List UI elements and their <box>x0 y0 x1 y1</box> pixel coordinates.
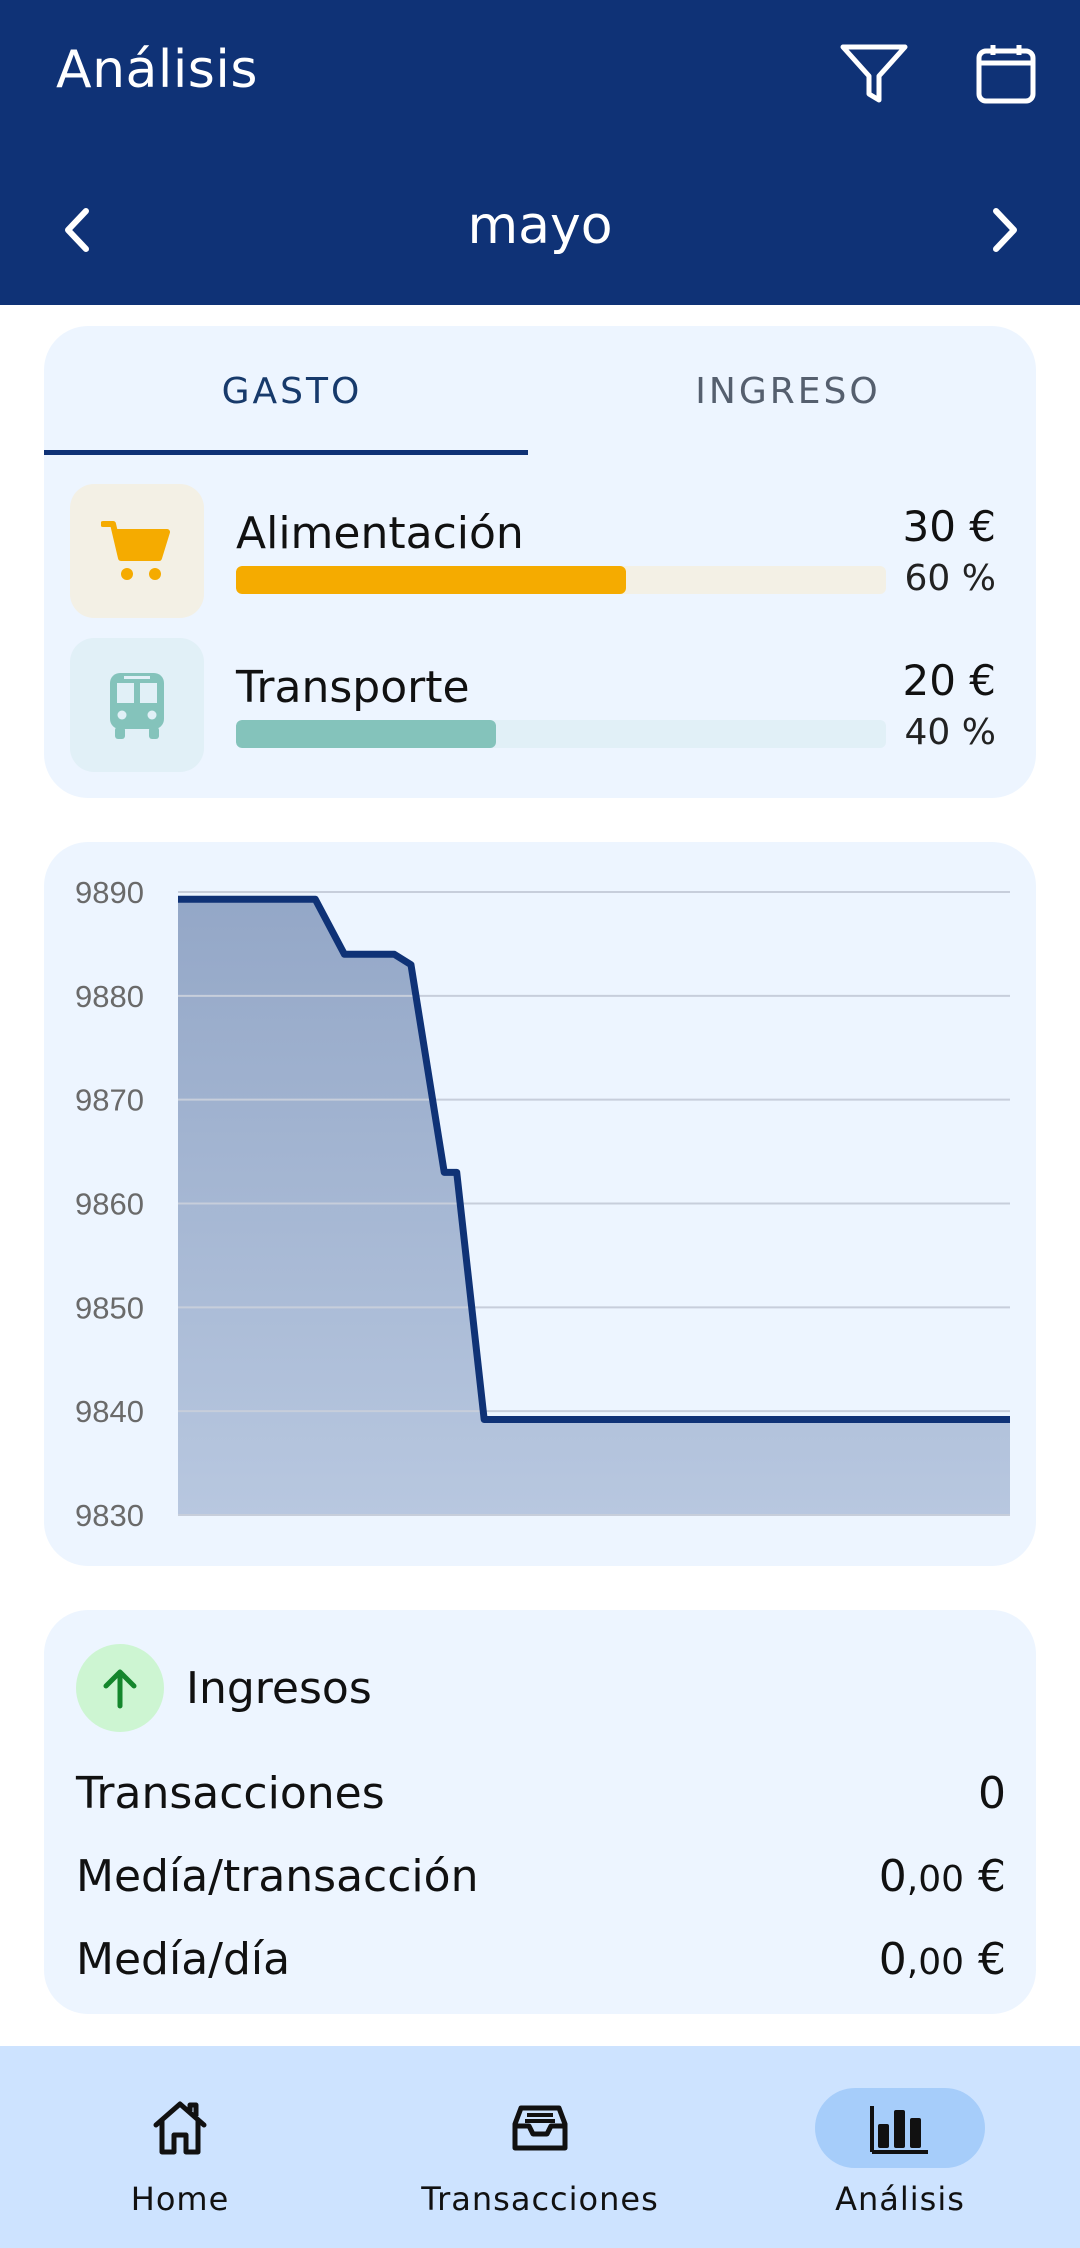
income-badge <box>76 1644 164 1732</box>
nav-icon-container <box>95 2088 265 2168</box>
type-tabs: GASTO INGRESO <box>44 326 1036 456</box>
stat-row-transactions: Transacciones 0 <box>76 1768 1006 1828</box>
nav-icon-container-active <box>815 2088 985 2168</box>
stat-row-avg-transaction: Medía/transacción 0,00 € <box>76 1851 1006 1911</box>
category-row-alimentacion[interactable]: Alimentación 30 € 60 % <box>70 484 1010 618</box>
chart-y-tick-label: 9890 <box>75 875 144 910</box>
category-name: Transporte <box>236 662 470 713</box>
balance-area-chart: 9890 9880 9870 9860 9850 9840 9830 <box>75 875 1010 1533</box>
filter-icon <box>840 44 908 103</box>
tab-ingreso[interactable]: INGRESO <box>540 326 1036 456</box>
category-progress-bar <box>236 720 886 748</box>
category-icon-box <box>70 484 204 618</box>
nav-label: Home <box>130 2180 230 2218</box>
chart-y-tick-label: 9860 <box>75 1187 144 1222</box>
stat-value: 0,00 € <box>879 1934 1006 1985</box>
month-label: mayo <box>467 196 613 256</box>
income-stats-title: Ingresos <box>186 1662 372 1714</box>
stat-row-avg-day: Medía/día 0,00 € <box>76 1934 1006 1994</box>
category-amount: 20 € <box>902 656 996 705</box>
stat-value-decimals: ,00 <box>906 1942 965 1983</box>
arrow-up-icon <box>103 1669 137 1709</box>
category-name: Alimentación <box>236 508 524 559</box>
income-stats-header: Ingresos <box>76 1642 372 1734</box>
nav-label: Transacciones <box>421 2180 659 2218</box>
calendar-button[interactable] <box>966 34 1046 114</box>
previous-month-button[interactable] <box>38 190 118 270</box>
active-tab-indicator <box>44 450 528 455</box>
chart-y-tick-label: 9850 <box>75 1290 144 1325</box>
stat-value-decimals: ,00 <box>906 1859 965 1900</box>
nav-item-transacciones[interactable]: Transacciones <box>360 2046 720 2248</box>
stat-value-main: 0 <box>978 1768 1006 1819</box>
tab-gasto[interactable]: GASTO <box>44 326 540 456</box>
nav-item-home[interactable]: Home <box>0 2046 360 2248</box>
category-icon-box <box>70 638 204 772</box>
category-amount: 30 € <box>902 502 996 551</box>
next-month-button[interactable] <box>964 190 1044 270</box>
cart-icon <box>101 521 170 580</box>
category-progress-bar <box>236 566 886 594</box>
page-title: Análisis <box>56 40 258 100</box>
category-progress-fill <box>236 720 496 748</box>
stat-label: Medía/día <box>76 1934 291 1985</box>
chart-y-tick-label: 9870 <box>75 1083 144 1118</box>
chevron-right-icon <box>993 208 1017 252</box>
nav-icon-container <box>455 2088 625 2168</box>
category-row-transporte[interactable]: Transporte 20 € 40 % <box>70 638 1010 772</box>
chevron-left-icon <box>65 208 89 252</box>
nav-label: Análisis <box>835 2180 965 2218</box>
balance-chart-card: 9890 9880 9870 9860 9850 9840 9830 <box>44 842 1036 1566</box>
stat-label: Medía/transacción <box>76 1851 479 1902</box>
chart-y-tick-label: 9880 <box>75 979 144 1014</box>
nav-item-analisis[interactable]: Análisis <box>720 2046 1080 2248</box>
category-percent: 60 % <box>904 558 996 599</box>
income-stats-card: Ingresos Transacciones 0 Medía/transacci… <box>44 1610 1036 2014</box>
bottom-navigation: Home Transacciones Análisis <box>0 2046 1080 2248</box>
app-bar: Análisis mayo <box>0 0 1080 305</box>
stat-value-currency: € <box>964 1934 1006 1985</box>
bus-icon <box>110 673 164 739</box>
calendar-icon <box>976 45 1036 104</box>
chart-y-tick-label: 9830 <box>75 1498 144 1533</box>
stat-value: 0,00 € <box>879 1851 1006 1902</box>
category-breakdown-card: GASTO INGRESO Alimentación 30 € 60 % Tra… <box>44 326 1036 798</box>
bar-chart-icon <box>870 2106 928 2154</box>
filter-button[interactable] <box>834 34 914 114</box>
inbox-icon <box>512 2105 568 2151</box>
chart-y-tick-label: 9840 <box>75 1394 144 1429</box>
stat-value-currency: € <box>964 1851 1006 1902</box>
month-selector: mayo <box>0 180 1080 280</box>
stat-label: Transacciones <box>76 1768 385 1819</box>
stat-value-main: 0 <box>878 1851 907 1902</box>
stat-value: 0 <box>978 1768 1006 1819</box>
category-progress-fill <box>236 566 626 594</box>
home-icon <box>153 2101 207 2155</box>
stat-value-main: 0 <box>878 1934 907 1985</box>
category-percent: 40 % <box>904 712 996 753</box>
